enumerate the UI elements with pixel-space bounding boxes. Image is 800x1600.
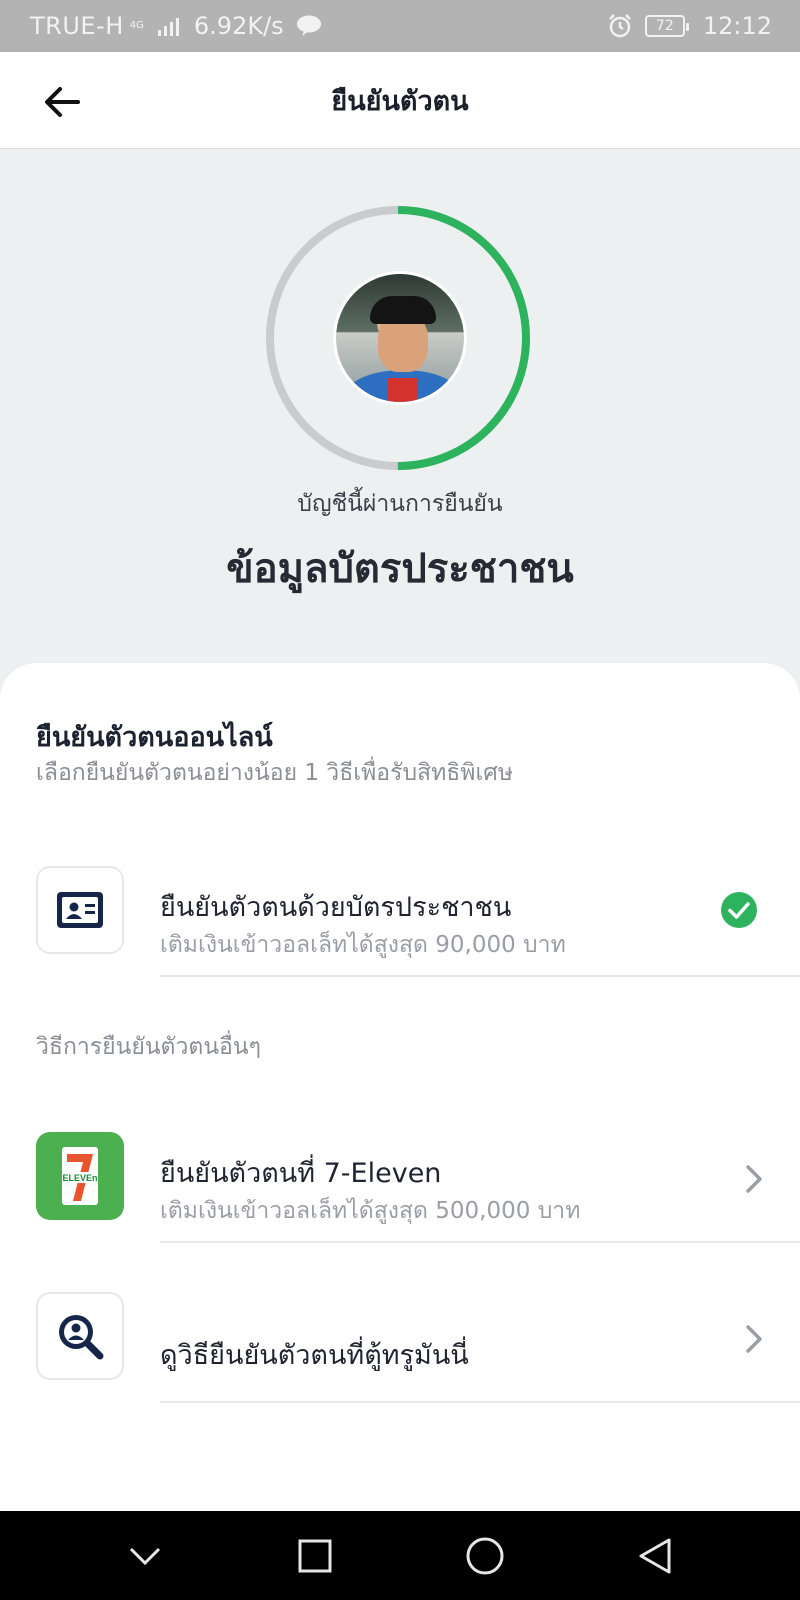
chevron-right-icon	[746, 1165, 762, 1193]
option-divider	[160, 975, 800, 977]
seven-eleven-logo: ELEVEn	[36, 1132, 124, 1220]
option-divider	[160, 1401, 800, 1403]
truemoney-kiosk-option-title: ดูวิธียืนยันตัวตนที่ตู้ทรูมันนี่	[160, 1340, 469, 1371]
id-card-option-title: ยืนยันตัวตนด้วยบัตรประชาชน	[160, 892, 512, 923]
status-right: 72 12:12	[607, 12, 772, 40]
seven-eleven-option-title: ยืนยันตัวตนที่ 7-Eleven	[160, 1158, 442, 1189]
seven-eleven-logo-text: ELEVEn	[62, 1173, 97, 1183]
signal-icon	[157, 18, 179, 36]
sheet-subtitle: เลือกยืนยันตัวตนอย่างน้อย 1 วิธีเพื่อรับ…	[36, 760, 514, 786]
seven-eleven-option-subtitle: เติมเงินเข้าวอลเล็ทได้สูงสุด 500,000 บาท	[160, 1198, 581, 1224]
home-icon[interactable]	[455, 1526, 515, 1586]
carrier-name: TRUE-H	[30, 12, 124, 40]
id-card-option[interactable]: ยืนยันตัวตนด้วยบัตรประชาชน เติมเงินเข้าว…	[0, 847, 800, 977]
seven-eleven-logo-mark: ELEVEn	[62, 1147, 98, 1205]
app-header: ยืนยันตัวตน	[0, 52, 800, 149]
recent-apps-icon[interactable]	[285, 1526, 345, 1586]
user-search-icon	[59, 1315, 104, 1360]
arrow-left-icon[interactable]	[40, 80, 84, 124]
battery-icon: 72	[644, 15, 689, 37]
screen: TRUE-H 4G 6.92K/s 72 12:12 ยืนยันตัวตน บ…	[0, 0, 800, 1600]
id-card-icon	[57, 892, 103, 928]
verification-status: บัญชีนี้ผ่านการยืนยัน	[297, 491, 503, 517]
other-methods-label: วิธีการยืนยันตัวตนอื่นๆ	[36, 1034, 261, 1060]
status-bar: TRUE-H 4G 6.92K/s 72 12:12	[0, 0, 800, 52]
network-type: 4G	[129, 20, 144, 31]
user-search-icon-box	[36, 1292, 124, 1380]
verification-hero: บัญชีนี้ผ่านการยืนยัน ข้อมูลบัตรประชาชน	[0, 150, 800, 670]
verification-sheet: ยืนยันตัวตนออนไลน์ เลือกยืนยันตัวตนอย่าง…	[0, 663, 800, 1511]
page-title: ยืนยันตัวตน	[331, 85, 469, 117]
verification-level: ข้อมูลบัตรประชาชน	[226, 546, 574, 592]
option-divider	[160, 1241, 800, 1243]
system-nav-bar	[0, 1511, 800, 1600]
id-card-option-subtitle: เติมเงินเข้าวอลเล็ทได้สูงสุด 90,000 บาท	[160, 932, 566, 958]
alarm-icon	[608, 14, 631, 38]
seven-eleven-option[interactable]: ELEVEn ยืนยันตัวตนที่ 7-Eleven เติมเงินเ…	[0, 1113, 800, 1243]
network-speed: 6.92K/s	[193, 12, 284, 40]
clock: 12:12	[702, 12, 772, 40]
back-triangle-icon[interactable]	[625, 1526, 685, 1586]
chevron-right-icon	[746, 1325, 762, 1353]
avatar	[333, 271, 467, 405]
avatar-shirt-inner	[388, 378, 418, 402]
id-card-icon-box	[36, 866, 124, 954]
sheet-title: ยืนยันตัวตนออนไลน์	[36, 722, 273, 753]
chevron-down-icon[interactable]	[115, 1526, 175, 1586]
line-chat-icon	[296, 15, 321, 36]
check-circle-icon	[721, 892, 757, 928]
avatar-hair	[370, 296, 436, 324]
status-left: TRUE-H 4G 6.92K/s	[30, 12, 322, 40]
truemoney-kiosk-option[interactable]: ดูวิธียืนยันตัวตนที่ตู้ทรูมันนี่	[0, 1273, 800, 1403]
